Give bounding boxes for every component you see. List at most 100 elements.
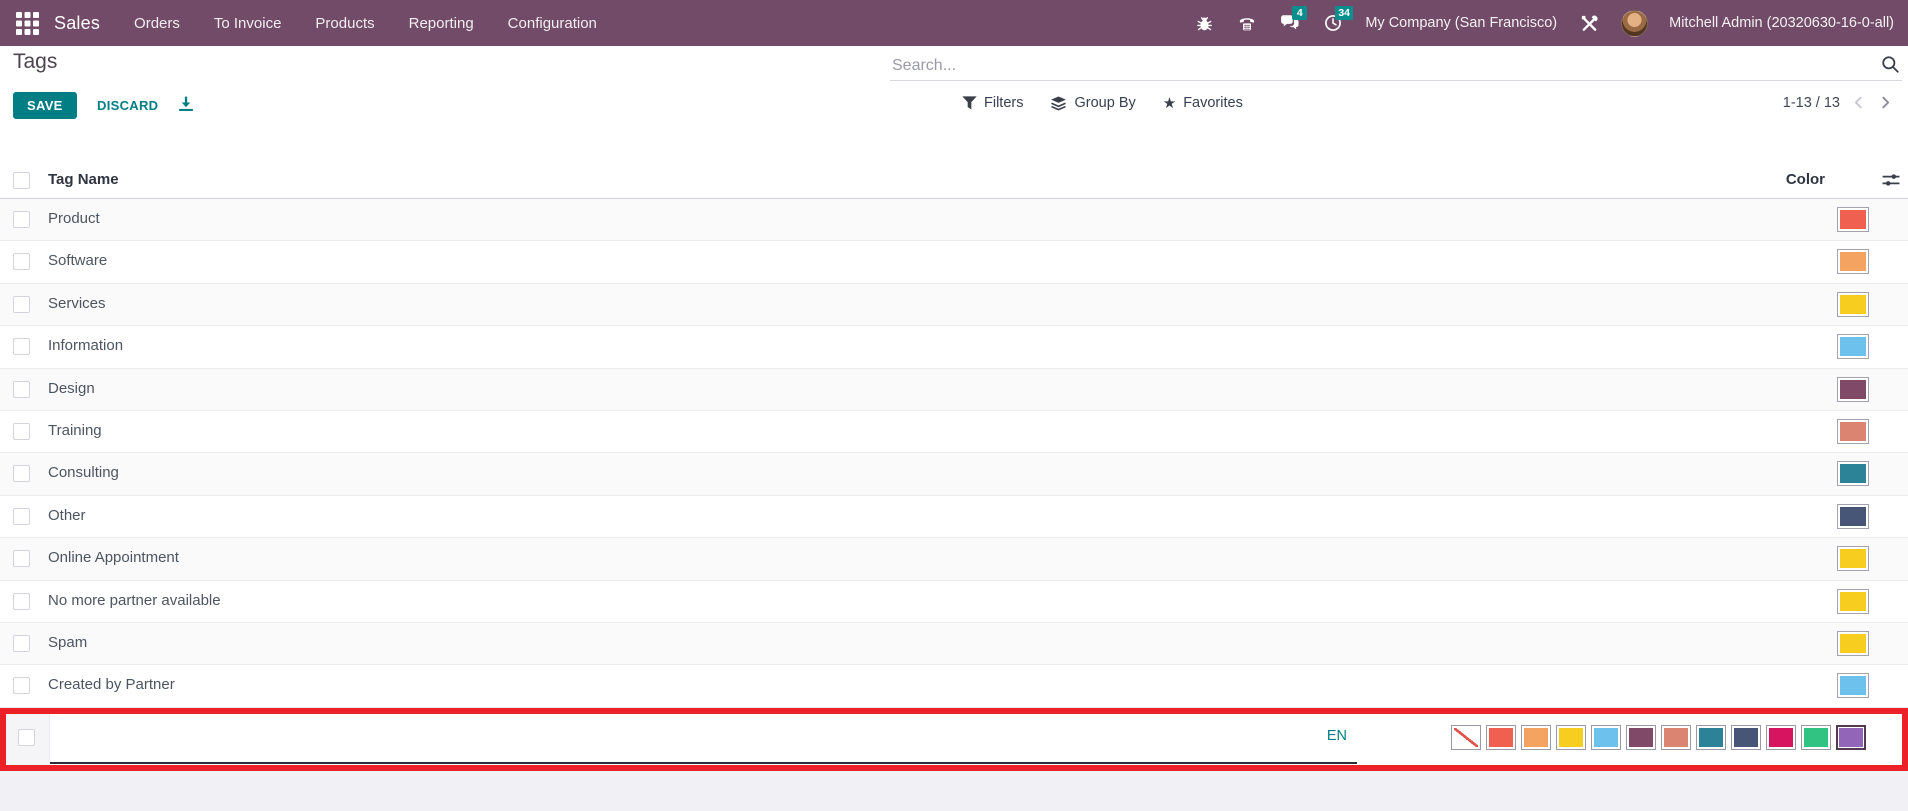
- table-row[interactable]: Other: [0, 496, 1908, 538]
- tag-color-swatch[interactable]: [1837, 673, 1869, 698]
- tag-color-swatch[interactable]: [1837, 504, 1869, 529]
- messages-icon[interactable]: 4: [1279, 12, 1301, 34]
- table-row[interactable]: No more partner available: [0, 581, 1908, 623]
- tag-name-cell[interactable]: Online Appointment: [48, 549, 179, 566]
- menu-orders[interactable]: Orders: [134, 15, 180, 32]
- tag-color-swatch[interactable]: [1837, 292, 1869, 317]
- view-footer-area: [0, 771, 1908, 811]
- tag-name-cell[interactable]: Services: [48, 295, 106, 312]
- app-name[interactable]: Sales: [54, 13, 100, 34]
- group-by-label: Group By: [1074, 95, 1135, 111]
- row-checkbox[interactable]: [13, 508, 30, 525]
- bug-icon[interactable]: [1193, 12, 1215, 34]
- phone-icon[interactable]: [1236, 12, 1258, 34]
- column-header-color[interactable]: Color: [1786, 171, 1825, 188]
- row-checkbox[interactable]: [13, 465, 30, 482]
- search-input[interactable]: [890, 52, 1864, 80]
- tag-name-cell[interactable]: Design: [48, 380, 95, 397]
- tag-name-cell[interactable]: Information: [48, 337, 123, 354]
- color-option-7[interactable]: [1696, 725, 1726, 750]
- tag-color-swatch[interactable]: [1837, 207, 1869, 232]
- tag-name-cell[interactable]: Other: [48, 507, 86, 524]
- row-checkbox[interactable]: [13, 423, 30, 440]
- annotation-highlight-box: EN: [0, 708, 1908, 771]
- search-icon[interactable]: [1881, 55, 1900, 74]
- tag-color-swatch[interactable]: [1837, 461, 1869, 486]
- row-checkbox[interactable]: [13, 211, 30, 228]
- user-menu[interactable]: Mitchell Admin (20320630-16-0-all): [1669, 15, 1894, 31]
- table-row[interactable]: Software: [0, 241, 1908, 283]
- new-tag-name-input[interactable]: [56, 722, 1310, 756]
- tag-color-swatch[interactable]: [1837, 334, 1869, 359]
- table-row[interactable]: Services: [0, 284, 1908, 326]
- discard-button[interactable]: DISCARD: [89, 92, 166, 119]
- tag-name-cell[interactable]: Product: [48, 210, 100, 227]
- column-header-tag-name[interactable]: Tag Name: [48, 171, 119, 188]
- tools-icon[interactable]: [1578, 12, 1600, 34]
- table-row[interactable]: Online Appointment: [0, 538, 1908, 580]
- row-checkbox[interactable]: [13, 550, 30, 567]
- row-checkbox[interactable]: [13, 593, 30, 610]
- star-icon: ★: [1163, 96, 1176, 111]
- layers-icon: [1050, 96, 1067, 111]
- color-option-5[interactable]: [1626, 725, 1656, 750]
- row-checkbox[interactable]: [13, 381, 30, 398]
- filters-button[interactable]: Filters: [962, 95, 1023, 111]
- optional-columns-icon[interactable]: [1882, 172, 1900, 188]
- edit-row-checkbox[interactable]: [18, 729, 35, 746]
- color-option-3[interactable]: [1556, 725, 1586, 750]
- activities-clock-icon[interactable]: 34: [1322, 12, 1344, 34]
- table-row[interactable]: Information: [0, 326, 1908, 368]
- color-option-1[interactable]: [1486, 725, 1516, 750]
- table-row[interactable]: Created by Partner: [0, 665, 1908, 707]
- tag-name-cell[interactable]: No more partner available: [48, 592, 221, 609]
- color-option-4[interactable]: [1591, 725, 1621, 750]
- tag-name-cell[interactable]: Software: [48, 252, 107, 269]
- pager-next-icon[interactable]: [1877, 94, 1894, 111]
- color-option-10[interactable]: [1801, 725, 1831, 750]
- save-button[interactable]: SAVE: [13, 92, 77, 119]
- color-option-9[interactable]: [1766, 725, 1796, 750]
- tag-name-cell[interactable]: Training: [48, 422, 102, 439]
- menu-to-invoice[interactable]: To Invoice: [214, 15, 282, 32]
- row-checkbox[interactable]: [13, 296, 30, 313]
- group-by-button[interactable]: Group By: [1050, 95, 1135, 111]
- table-row[interactable]: Spam: [0, 623, 1908, 665]
- table-row[interactable]: Training: [0, 411, 1908, 453]
- menu-products[interactable]: Products: [315, 15, 374, 32]
- tag-color-swatch[interactable]: [1837, 419, 1869, 444]
- tag-color-swatch[interactable]: [1837, 631, 1869, 656]
- export-download-icon[interactable]: [178, 96, 194, 112]
- row-checkbox[interactable]: [13, 253, 30, 270]
- tag-name-cell[interactable]: Consulting: [48, 464, 119, 481]
- color-option-2[interactable]: [1521, 725, 1551, 750]
- row-checkbox[interactable]: [13, 677, 30, 694]
- color-picker: [1451, 725, 1866, 750]
- tag-color-swatch[interactable]: [1837, 546, 1869, 571]
- company-switcher[interactable]: My Company (San Francisco): [1365, 15, 1557, 31]
- table-row[interactable]: Consulting: [0, 453, 1908, 495]
- favorites-button[interactable]: ★ Favorites: [1163, 95, 1243, 111]
- menu-configuration[interactable]: Configuration: [508, 15, 597, 32]
- translation-language-badge[interactable]: EN: [1327, 728, 1347, 744]
- pager-range: 1-13 / 13: [1783, 95, 1840, 111]
- select-all-checkbox[interactable]: [13, 172, 30, 189]
- color-option-6[interactable]: [1661, 725, 1691, 750]
- menu-reporting[interactable]: Reporting: [409, 15, 474, 32]
- apps-menu-icon[interactable]: [10, 6, 44, 40]
- row-checkbox[interactable]: [13, 338, 30, 355]
- pager-previous-icon[interactable]: [1850, 94, 1867, 111]
- table-row[interactable]: Design: [0, 369, 1908, 411]
- tag-name-cell[interactable]: Created by Partner: [48, 676, 175, 693]
- tag-color-swatch[interactable]: [1837, 377, 1869, 402]
- tag-color-swatch[interactable]: [1837, 249, 1869, 274]
- color-option-8[interactable]: [1731, 725, 1761, 750]
- filters-label: Filters: [984, 95, 1023, 111]
- table-row[interactable]: Product: [0, 199, 1908, 241]
- user-avatar[interactable]: [1621, 10, 1648, 37]
- tag-name-cell[interactable]: Spam: [48, 634, 87, 651]
- color-option-11[interactable]: [1836, 725, 1866, 750]
- tag-color-swatch[interactable]: [1837, 589, 1869, 614]
- color-option-none[interactable]: [1451, 725, 1481, 750]
- row-checkbox[interactable]: [13, 635, 30, 652]
